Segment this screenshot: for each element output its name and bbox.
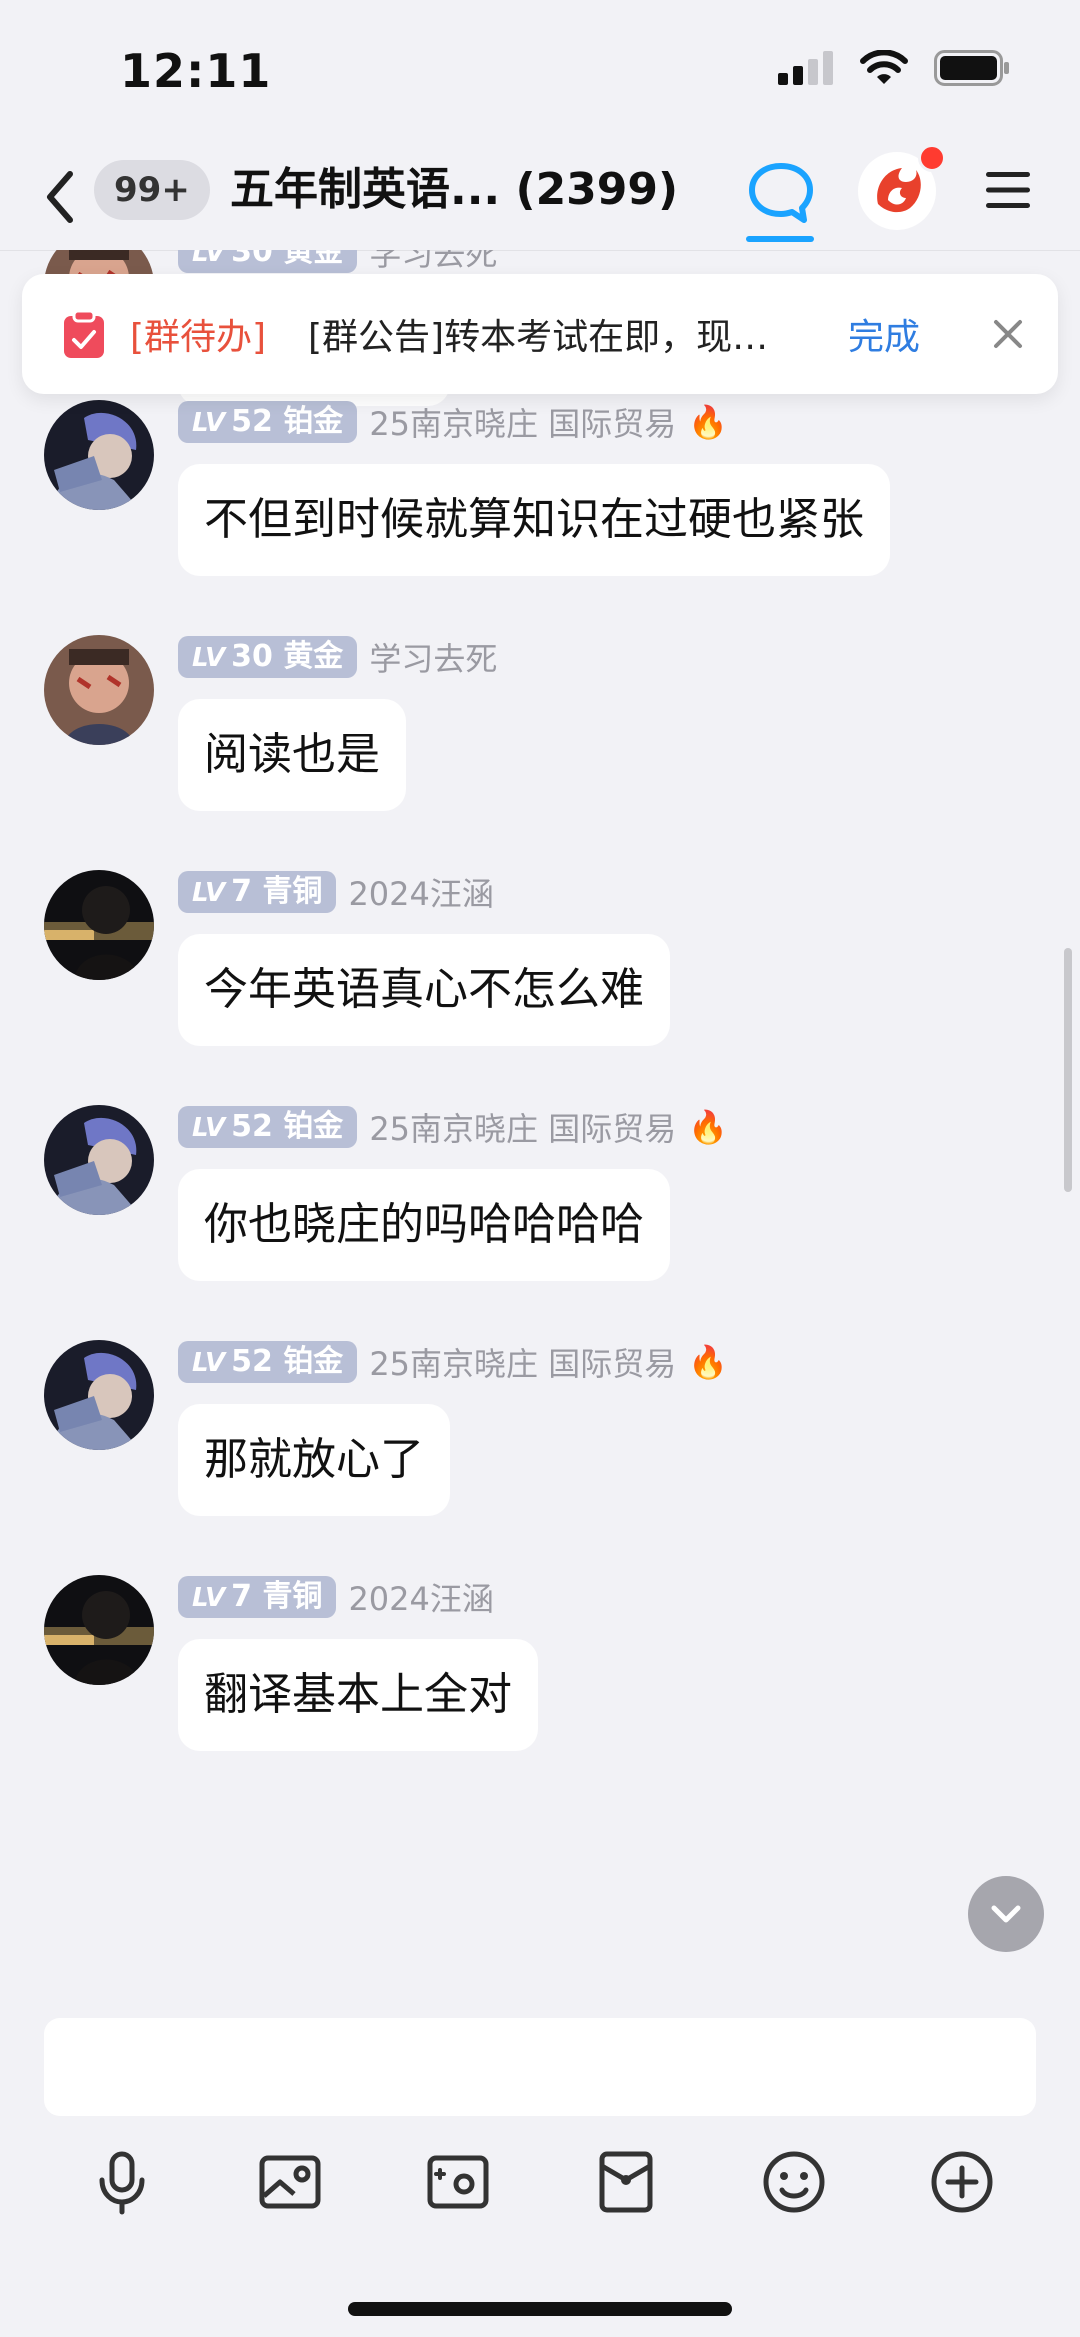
message-bubble[interactable]: 那就放心了 [178,1404,450,1516]
back-button[interactable] [36,162,86,232]
level-number: 30 [231,250,273,269]
sender-name[interactable]: 学习去死 [369,250,497,275]
message-meta: LV 30 黄金 学习去死 [178,635,497,679]
announcement-done-button[interactable]: 完成 [848,308,920,360]
wifi-icon [860,50,908,84]
chevron-down-icon [991,1905,1021,1923]
unread-count-badge[interactable]: 99+ [94,160,210,220]
level-prefix: LV [192,408,226,438]
level-prefix: LV [192,1583,226,1613]
sender-name[interactable]: 2024汪涵 [348,869,493,915]
chat-nav-bar: 99+ 五年制英语... (2399) [0,140,1080,251]
level-title: 青铜 [262,1579,323,1614]
message-meta: LV 52 铂金 25南京晓庄 国际贸易 🔥 [178,1105,728,1149]
sender-name[interactable]: 学习去死 [369,634,497,680]
level-badge: LV 7 青铜 [178,1576,337,1618]
level-badge: LV 52 铂金 [178,1106,358,1148]
level-number: 7 [231,874,252,909]
level-badge: LV 52 铂金 [178,401,358,443]
level-prefix: LV [192,1113,226,1143]
level-prefix: LV [192,643,226,673]
message-meta: LV 7 青铜 2024汪涵 [178,1575,494,1619]
message-meta: LV 52 铂金 25南京晓庄 国际贸易 🔥 [178,400,728,444]
level-badge: LV 7 青铜 [178,871,337,913]
microphone-icon[interactable] [86,2146,158,2218]
level-title: 铂金 [283,1344,344,1379]
message-bubble[interactable]: 今年英语真心不怎么难 [178,934,670,1046]
menu-icon[interactable] [984,170,1032,210]
message-input[interactable] [44,2018,1036,2116]
photo-icon[interactable] [254,2146,326,2218]
avatar[interactable] [44,1105,154,1215]
status-time: 12:11 [120,44,272,98]
scrollbar[interactable] [1064,948,1072,1192]
level-title: 黄金 [283,639,344,674]
avatar[interactable] [44,1340,154,1450]
fire-icon: 🔥 [688,1108,729,1146]
battery-icon [934,50,1009,86]
level-prefix: LV [192,878,226,908]
todo-clipboard-icon [64,310,104,358]
plus-icon[interactable] [926,2146,998,2218]
message-bubble[interactable]: 不但到时候就算知识在过硬也紧张 [178,464,890,576]
avatar[interactable] [44,635,154,745]
composer [0,1996,1080,2337]
scroll-to-bottom-button[interactable] [968,1876,1044,1952]
avatar[interactable] [44,400,154,510]
level-title: 黄金 [283,250,344,269]
level-number: 52 [231,1109,273,1144]
level-title: 青铜 [262,874,323,909]
level-badge: LV 52 铂金 [178,1341,358,1383]
close-icon[interactable] [988,314,1028,354]
avatar[interactable] [44,870,154,980]
sender-name[interactable]: 2024汪涵 [348,1574,493,1620]
level-title: 铂金 [283,404,344,439]
composer-toolbar [0,2146,1080,2246]
message-meta: LV 30 黄金 学习去死 [178,250,497,274]
status-icons [778,50,1010,86]
sender-name[interactable]: 25南京晓庄 国际贸易 [369,399,676,445]
message-bubble[interactable]: 阅读也是 [178,699,406,811]
level-number: 30 [231,639,273,674]
cellular-signal-icon [778,51,833,85]
sender-name[interactable]: 25南京晓庄 国际贸易 [369,1104,676,1150]
announcement-text[interactable]: [群公告]转本考试在即，现… [308,308,828,360]
group-announcement-banner[interactable]: [群待办] [群公告]转本考试在即，现… 完成 [22,274,1058,394]
home-indicator [348,2302,732,2316]
level-title: 铂金 [283,1109,344,1144]
announcement-tag: [群待办] [130,317,267,358]
chat-title[interactable]: 五年制英语... (2399) [230,160,678,220]
message-meta: LV 52 铂金 25南京晓庄 国际贸易 🔥 [178,1340,728,1384]
message-meta: LV 7 青铜 2024汪涵 [178,870,494,914]
level-number: 52 [231,1344,273,1379]
message-bubble[interactable]: 翻译基本上全对 [178,1639,538,1751]
level-prefix: LV [192,1348,226,1378]
fire-icon: 🔥 [688,1343,729,1381]
chat-bubble-icon[interactable] [746,158,816,230]
level-badge: LV 30 黄金 [178,636,358,678]
fire-icon: 🔥 [688,403,729,441]
avatar[interactable] [44,1575,154,1685]
sender-name[interactable]: 25南京晓庄 国际贸易 [369,1339,676,1385]
level-number: 52 [231,404,273,439]
red-packet-icon[interactable] [590,2146,662,2218]
active-tab-indicator [746,236,814,242]
emoji-icon[interactable] [758,2146,830,2218]
notification-dot [918,144,946,172]
status-bar: 12:11 [0,0,1080,140]
camera-icon[interactable] [422,2146,494,2218]
level-badge: LV 30 黄金 [178,250,358,273]
message-bubble[interactable]: 你也晓庄的吗哈哈哈哈 [178,1169,670,1281]
level-number: 7 [231,1579,252,1614]
level-prefix: LV [192,250,226,268]
message-list[interactable]: LV30 黄金学习去死翻译巨简单LV52 铂金25南京晓庄 国际贸易🔥不但到时候… [0,250,1080,1990]
